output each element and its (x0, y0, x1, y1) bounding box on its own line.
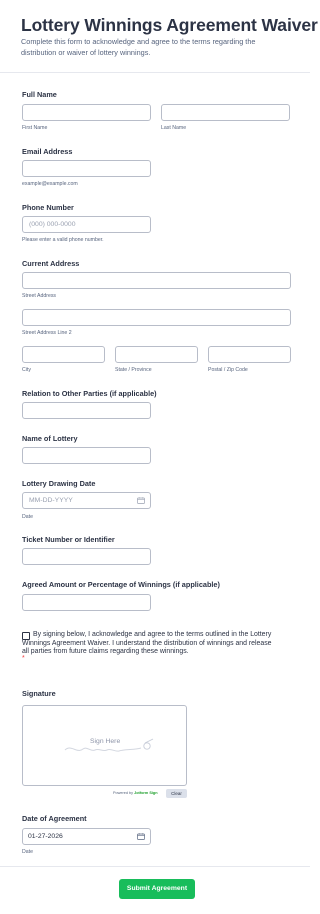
first-name-sublabel: First Name (22, 125, 48, 131)
form-header: Lottery Winnings Agreement Waiver Comple… (0, 0, 318, 73)
drawing-date-sublabel: Date (22, 514, 33, 520)
calendar-icon[interactable] (137, 833, 145, 840)
drawing-date-placeholder: MM-DD-YYYY (29, 497, 73, 504)
zip-sublabel: Postal / Zip Code (208, 367, 248, 373)
phone-placeholder: (000) 000-0000 (29, 221, 76, 228)
zip-input[interactable] (208, 346, 291, 363)
consent-text: By signing below, I acknowledge and agre… (22, 631, 272, 656)
required-mark: * (22, 655, 25, 662)
email-input[interactable] (22, 160, 151, 177)
calendar-icon[interactable] (137, 497, 145, 504)
lottery-name-input[interactable] (22, 447, 151, 464)
full-name-label: Full Name (22, 90, 57, 99)
agreement-date-label: Date of Agreement (22, 814, 87, 823)
relation-label: Relation to Other Parties (if applicable… (22, 389, 157, 398)
form-title: Lottery Winnings Agreement Waiver (21, 15, 318, 35)
ticket-input[interactable] (22, 548, 151, 565)
last-name-input[interactable] (161, 104, 290, 121)
last-name-sublabel: Last Name (161, 125, 187, 131)
relation-input[interactable] (22, 402, 151, 419)
drawing-date-label: Lottery Drawing Date (22, 479, 96, 488)
drawing-date-input[interactable]: MM-DD-YYYY (22, 492, 151, 509)
street-address-line2-input[interactable] (22, 309, 291, 326)
powered-brand: Jotform Sign (134, 791, 158, 795)
city-input[interactable] (22, 346, 105, 363)
sign-here-text: Sign Here (90, 738, 121, 745)
phone-input[interactable]: (000) 000-0000 (22, 216, 151, 233)
signature-pad[interactable]: Sign Here (22, 705, 187, 786)
agreement-date-value: 01-27-2026 (28, 833, 63, 840)
city-sublabel: City (22, 367, 31, 373)
amount-label: Agreed Amount or Percentage of Winnings … (22, 580, 220, 589)
address-label: Current Address (22, 259, 80, 268)
email-label: Email Address (22, 147, 73, 156)
powered-by: Powered by Jotform Sign (113, 791, 158, 795)
state-input[interactable] (115, 346, 198, 363)
clear-signature-button[interactable]: Clear (166, 789, 187, 798)
street-address-input[interactable] (22, 272, 291, 289)
street-address-line2-sublabel: Street Address Line 2 (22, 330, 72, 336)
submit-button[interactable]: Submit Agreement (119, 879, 195, 899)
phone-sublabel: Please enter a valid phone number. (22, 237, 104, 243)
lottery-name-label: Name of Lottery (22, 434, 78, 443)
signature-label: Signature (22, 689, 56, 698)
amount-input[interactable] (22, 594, 151, 611)
phone-label: Phone Number (22, 203, 74, 212)
powered-prefix: Powered by (113, 791, 134, 795)
street-address-sublabel: Street Address (22, 293, 57, 299)
state-sublabel: State / Province (115, 367, 152, 373)
agreement-date-sublabel: Date (22, 849, 33, 855)
form-footer: Submit Agreement (0, 866, 310, 914)
ticket-label: Ticket Number or Identifier (22, 535, 115, 544)
first-name-input[interactable] (22, 104, 151, 121)
email-sublabel: example@example.com (22, 181, 78, 187)
form-subtitle: Complete this form to acknowledge and ag… (21, 37, 256, 57)
agreement-date-input[interactable]: 01-27-2026 (22, 828, 151, 845)
